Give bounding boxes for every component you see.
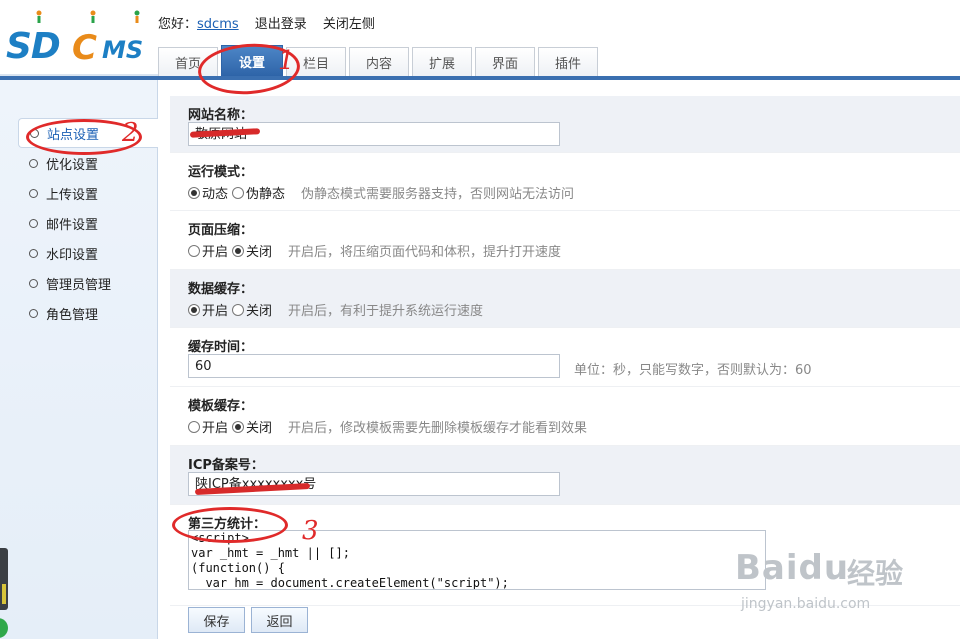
gauge-level <box>2 584 6 604</box>
form-row-data-cache: 数据缓存： 开启 关闭 开启后，有利于提升系统运行速度 <box>170 270 960 328</box>
annotation-circle <box>172 507 288 543</box>
logo-figure-icon <box>134 10 140 23</box>
sidebar-item-label: 角色管理 <box>46 307 99 323</box>
sidebar-item-label: 上传设置 <box>46 187 99 203</box>
radio-icon <box>188 303 200 316</box>
watermark-brand: Baidu <box>735 548 850 588</box>
bullet-icon <box>29 218 38 228</box>
annotation-number: 2 <box>122 118 139 148</box>
logo-figure-icon <box>90 10 96 23</box>
logo-text-ms: MS <box>102 36 144 64</box>
tab-plugins[interactable]: 插件 <box>538 47 598 76</box>
sidebar-item-admin-management[interactable]: 管理员管理 <box>18 269 157 297</box>
data-cache-hint: 开启后，有利于提升系统运行速度 <box>288 304 484 319</box>
sidebar-item-label: 优化设置 <box>46 157 99 173</box>
radio-icon <box>232 186 245 199</box>
icp-label: ICP备案号： <box>188 458 264 473</box>
bullet-icon <box>29 188 38 198</box>
sdcms-logo: SD C MS <box>6 10 154 70</box>
sidebar-item-watermark-settings[interactable]: 水印设置 <box>18 239 157 267</box>
greeting-text: 您好： <box>158 17 198 32</box>
bullet-icon <box>29 278 38 288</box>
username-link[interactable]: sdcms <box>197 17 239 32</box>
cache-time-input[interactable]: 60 <box>188 354 560 378</box>
sidebar-item-label: 邮件设置 <box>46 217 99 233</box>
data-cache-options: 开启 关闭 开启后，有利于提升系统运行速度 <box>188 300 483 319</box>
bullet-icon <box>29 248 38 258</box>
site-name-label: 网站名称： <box>188 108 254 123</box>
tab-content[interactable]: 内容 <box>349 47 409 76</box>
sidebar-item-label: 水印设置 <box>46 247 99 263</box>
form-row-template-cache: 模板缓存： 开启 关闭 开启后，修改模板需要先删除模板缓存才能看到效果 <box>170 387 960 446</box>
data-cache-label: 数据缓存： <box>188 282 254 297</box>
template-cache-hint: 开启后，修改模板需要先删除模板缓存才能看到效果 <box>288 421 588 436</box>
tab-extensions[interactable]: 扩展 <box>412 47 472 76</box>
radio-icon <box>188 420 200 433</box>
run-mode-options: 动态 伪静态 伪静态模式需要服务器支持，否则网站无法访问 <box>188 183 574 202</box>
option-label: 开启 <box>202 421 229 436</box>
option-label: 开启 <box>202 245 229 260</box>
option-label: 关闭 <box>246 421 273 436</box>
radio-icon <box>232 303 245 316</box>
radio-icon <box>188 244 200 257</box>
run-mode-dynamic-option[interactable]: 动态 <box>188 183 228 202</box>
option-label: 关闭 <box>246 304 273 319</box>
sidebar-item-role-management[interactable]: 角色管理 <box>18 299 157 327</box>
run-mode-pseudo-static-option[interactable]: 伪静态 <box>232 183 285 202</box>
run-mode-hint: 伪静态模式需要服务器支持，否则网站无法访问 <box>301 187 575 202</box>
logo-text-sd: SD <box>6 26 61 67</box>
form-row-icp: ICP备案号： 陕ICP备xxxxxxxx号 <box>170 446 960 505</box>
cache-time-label: 缓存时间： <box>188 340 254 355</box>
watermark-url: jingyan.baidu.com <box>741 596 871 612</box>
page-compress-label: 页面压缩： <box>188 223 254 238</box>
side-gauge-widget <box>0 548 8 610</box>
data-cache-off-option[interactable]: 关闭 <box>232 300 272 319</box>
watermark-cn: 经验 <box>847 557 904 590</box>
sidebar-item-upload-settings[interactable]: 上传设置 <box>18 179 157 207</box>
annotation-number: 1 <box>278 46 295 76</box>
template-cache-off-option[interactable]: 关闭 <box>232 417 272 436</box>
annotation-number: 3 <box>302 516 319 546</box>
page-compress-hint: 开启后，将压缩页面代码和体积，提升打开速度 <box>288 245 562 260</box>
logo-text-c: C <box>72 28 97 68</box>
save-button[interactable]: 保存 <box>188 607 245 633</box>
page-compress-options: 开启 关闭 开启后，将压缩页面代码和体积，提升打开速度 <box>188 241 561 260</box>
form-row-page-compress: 页面压缩： 开启 关闭 开启后，将压缩页面代码和体积，提升打开速度 <box>170 211 960 270</box>
logout-link[interactable]: 退出登录 <box>255 17 307 32</box>
cache-time-hint: 单位：秒，只能写数字，否则默认为：60 <box>574 363 812 378</box>
template-cache-label: 模板缓存： <box>188 399 254 414</box>
template-cache-on-option[interactable]: 开启 <box>188 417 228 436</box>
template-cache-options: 开启 关闭 开启后，修改模板需要先删除模板缓存才能看到效果 <box>188 417 587 436</box>
radio-icon <box>232 244 245 257</box>
option-label: 动态 <box>202 187 229 202</box>
sidebar-item-mail-settings[interactable]: 邮件设置 <box>18 209 157 237</box>
bullet-icon <box>29 308 38 318</box>
option-label: 开启 <box>202 304 229 319</box>
radio-icon <box>232 420 245 433</box>
third-party-stats-textarea[interactable] <box>188 530 766 590</box>
radio-icon <box>188 186 200 199</box>
sidebar: 站点设置 优化设置 上传设置 邮件设置 水印设置 管理员管理 角色管理 <box>0 80 158 639</box>
logo-figure-icon <box>36 10 42 23</box>
form-row-run-mode: 运行模式： 动态 伪静态 伪静态模式需要服务器支持，否则网站无法访问 <box>170 153 960 211</box>
baidu-jingyan-watermark: Baidu 经验 jingyan.baidu.com <box>735 538 955 628</box>
tab-interface[interactable]: 界面 <box>475 47 535 76</box>
page-compress-on-option[interactable]: 开启 <box>188 241 228 260</box>
bullet-icon <box>29 158 38 168</box>
back-button[interactable]: 返回 <box>251 607 308 633</box>
top-user-bar: 您好：sdcms 退出登录 关闭左侧 <box>158 13 387 32</box>
page-compress-off-option[interactable]: 关闭 <box>232 241 272 260</box>
option-label: 伪静态 <box>246 187 286 202</box>
form-row-cache-time: 缓存时间： 60 单位：秒，只能写数字，否则默认为：60 <box>170 328 960 387</box>
sidebar-item-label: 管理员管理 <box>46 277 112 293</box>
option-label: 关闭 <box>246 245 273 260</box>
header: SD C MS 您好：sdcms 退出登录 关闭左侧 首页 设置 栏目 内容 扩… <box>0 0 960 80</box>
form-row-site-name: 网站名称： 敬原网站 <box>170 96 960 153</box>
run-mode-label: 运行模式： <box>188 165 254 180</box>
data-cache-on-option[interactable]: 开启 <box>188 300 228 319</box>
close-left-link[interactable]: 关闭左侧 <box>323 17 375 32</box>
